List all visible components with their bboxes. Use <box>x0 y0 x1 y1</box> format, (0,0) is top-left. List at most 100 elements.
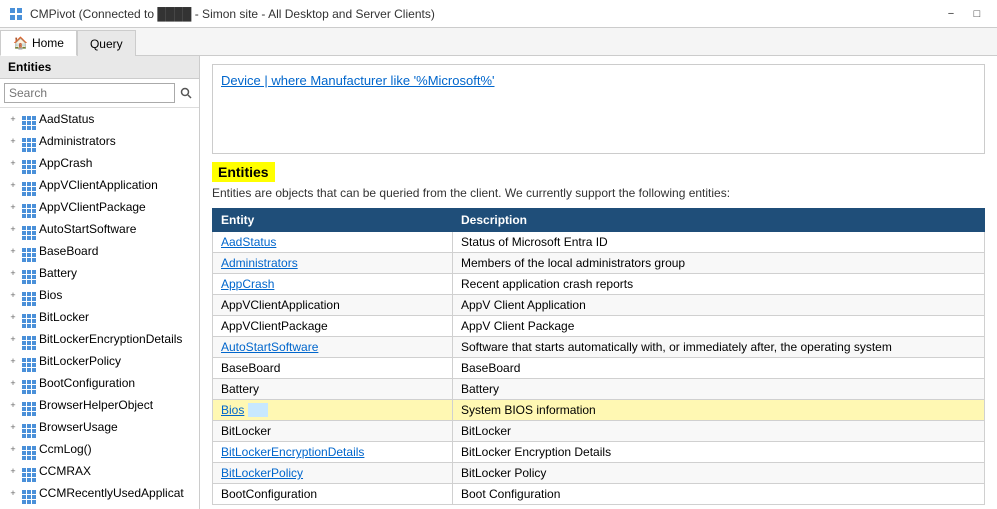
description-cell: AppV Client Package <box>453 316 985 337</box>
description-cell: System BIOS information <box>453 400 985 421</box>
entity-link[interactable]: AutoStartSoftware <box>221 340 318 354</box>
tab-bar: 🏠 Home Query <box>0 28 997 56</box>
description-cell: BitLocker <box>453 421 985 442</box>
main-panel: Device | where Manufacturer like '%Micro… <box>200 56 997 509</box>
app-container: 🏠 Home Query Entities +AadStatus+Adminis… <box>0 28 997 509</box>
entity-link[interactable]: Administrators <box>221 256 298 270</box>
maximize-button[interactable]: □ <box>965 5 989 23</box>
entity-cell: BitLocker <box>213 421 453 442</box>
sidebar-item-label: AppCrash <box>39 156 92 170</box>
col-description: Description <box>453 209 985 232</box>
expand-icon: + <box>8 158 18 168</box>
entities-description: Entities are objects that can be queried… <box>212 186 985 200</box>
table-row: Bios System BIOS information <box>213 400 985 421</box>
expand-icon: + <box>8 290 18 300</box>
expand-icon: + <box>8 180 18 190</box>
entity-icon <box>22 175 35 195</box>
sidebar-item-administrators[interactable]: +Administrators <box>0 130 199 152</box>
sidebar-item-label: BrowserHelperObject <box>39 398 153 412</box>
search-box <box>0 79 199 108</box>
sidebar-item-appv-client-pkg[interactable]: +AppVClientPackage <box>0 196 199 218</box>
expand-icon: + <box>8 488 18 498</box>
entity-icon <box>22 109 35 129</box>
expand-icon: + <box>8 268 18 278</box>
description-cell: Recent application crash reports <box>453 274 985 295</box>
sidebar-item-bitlocker-enc[interactable]: +BitLockerEncryptionDetails <box>0 328 199 350</box>
sidebar-item-bitlocker-policy[interactable]: +BitLockerPolicy <box>0 350 199 372</box>
entity-icon <box>22 153 35 173</box>
entity-icon <box>22 461 35 481</box>
sidebar-item-label: AutoStartSoftware <box>39 222 136 236</box>
entity-link[interactable]: AppCrash <box>221 277 274 291</box>
sidebar-item-label: Battery <box>39 266 77 280</box>
tab-home[interactable]: 🏠 Home <box>0 30 77 56</box>
expand-icon: + <box>8 136 18 146</box>
entity-link[interactable]: Bios <box>221 403 244 417</box>
entities-table: Entity Description AadStatusStatus of Mi… <box>212 208 985 505</box>
entity-link[interactable]: AadStatus <box>221 235 276 249</box>
entity-cell: BootConfiguration <box>213 484 453 505</box>
sidebar-item-label: BaseBoard <box>39 244 98 258</box>
search-button[interactable] <box>177 83 195 103</box>
table-row: BootConfigurationBoot Configuration <box>213 484 985 505</box>
sidebar-item-boot-config[interactable]: +BootConfiguration <box>0 372 199 394</box>
query-link[interactable]: Device | where Manufacturer like '%Micro… <box>221 73 495 88</box>
app-icon <box>8 6 24 22</box>
expand-icon: + <box>8 444 18 454</box>
description-cell: Battery <box>453 379 985 400</box>
entity-icon <box>22 263 35 283</box>
expand-icon: + <box>8 356 18 366</box>
expand-icon: + <box>8 334 18 344</box>
tab-query[interactable]: Query <box>77 30 136 56</box>
title-bar: CMPivot (Connected to ████ - Simon site … <box>0 0 997 28</box>
table-row: AppVClientApplicationAppV Client Applica… <box>213 295 985 316</box>
sidebar-item-browser-usage[interactable]: + BrowserUsage <box>0 416 199 438</box>
sidebar-item-browser-helper[interactable]: + BrowserHelperObject <box>0 394 199 416</box>
entities-title: Entities <box>212 162 275 182</box>
sidebar-item-battery[interactable]: + Battery <box>0 262 199 284</box>
sidebar-item-label: BrowserUsage <box>39 420 118 434</box>
entity-cell: AppVClientApplication <box>213 295 453 316</box>
entity-icon <box>22 285 35 305</box>
entity-icon <box>22 131 35 151</box>
entity-icon <box>22 219 35 239</box>
sidebar-item-bios[interactable]: + Bios <box>0 284 199 306</box>
entity-icon <box>22 505 35 509</box>
minimize-button[interactable]: − <box>939 5 963 23</box>
entity-icon <box>22 439 35 459</box>
sidebar-item-bitlocker[interactable]: +BitLocker <box>0 306 199 328</box>
table-row: BatteryBattery <box>213 379 985 400</box>
sidebar-item-ccm-recently[interactable]: +CCMRecentlyUsedApplicat <box>0 482 199 504</box>
sidebar-item-ccm-log[interactable]: +CcmLog() <box>0 438 199 460</box>
expand-icon: + <box>8 312 18 322</box>
description-cell: Software that starts automatically with,… <box>453 337 985 358</box>
sidebar-item-baseboard[interactable]: +BaseBoard <box>0 240 199 262</box>
sidebar-item-label: Bios <box>39 288 62 302</box>
table-row: BitLockerEncryptionDetails BitLocker Encr… <box>213 442 985 463</box>
sidebar-item-aad-status[interactable]: +AadStatus <box>0 108 199 130</box>
expand-icon: + <box>8 114 18 124</box>
sidebar-item-label: AppVClientApplication <box>39 178 158 192</box>
entity-link[interactable]: BitLockerEncryptionDetails <box>221 445 364 459</box>
description-cell: Status of Microsoft Entra ID <box>453 232 985 253</box>
expand-icon: + <box>8 422 18 432</box>
sidebar-item-ccmrax[interactable]: +CCMRAX <box>0 460 199 482</box>
entity-icon <box>22 307 35 327</box>
search-icon <box>180 87 192 99</box>
sidebar-item-ccm-webapp[interactable]: +CCMWebAppInstallInfo <box>0 504 199 509</box>
search-input[interactable] <box>4 83 175 103</box>
table-row: BitLockerPolicyBitLocker Policy <box>213 463 985 484</box>
entity-icon <box>22 351 35 371</box>
entity-cell: AppVClientPackage <box>213 316 453 337</box>
window-controls: − □ <box>939 5 989 23</box>
query-area: Device | where Manufacturer like '%Micro… <box>212 64 985 154</box>
expand-icon: + <box>8 400 18 410</box>
sidebar-item-appv-client-app[interactable]: + AppVClientApplication <box>0 174 199 196</box>
entity-icon <box>22 241 35 261</box>
sidebar-item-app-crash[interactable]: + AppCrash <box>0 152 199 174</box>
description-cell: BitLocker Encryption Details <box>453 442 985 463</box>
entity-link[interactable]: BitLockerPolicy <box>221 466 303 480</box>
entity-cell: BaseBoard <box>213 358 453 379</box>
table-row: BitLockerBitLocker <box>213 421 985 442</box>
sidebar-item-auto-start[interactable]: +AutoStartSoftware <box>0 218 199 240</box>
